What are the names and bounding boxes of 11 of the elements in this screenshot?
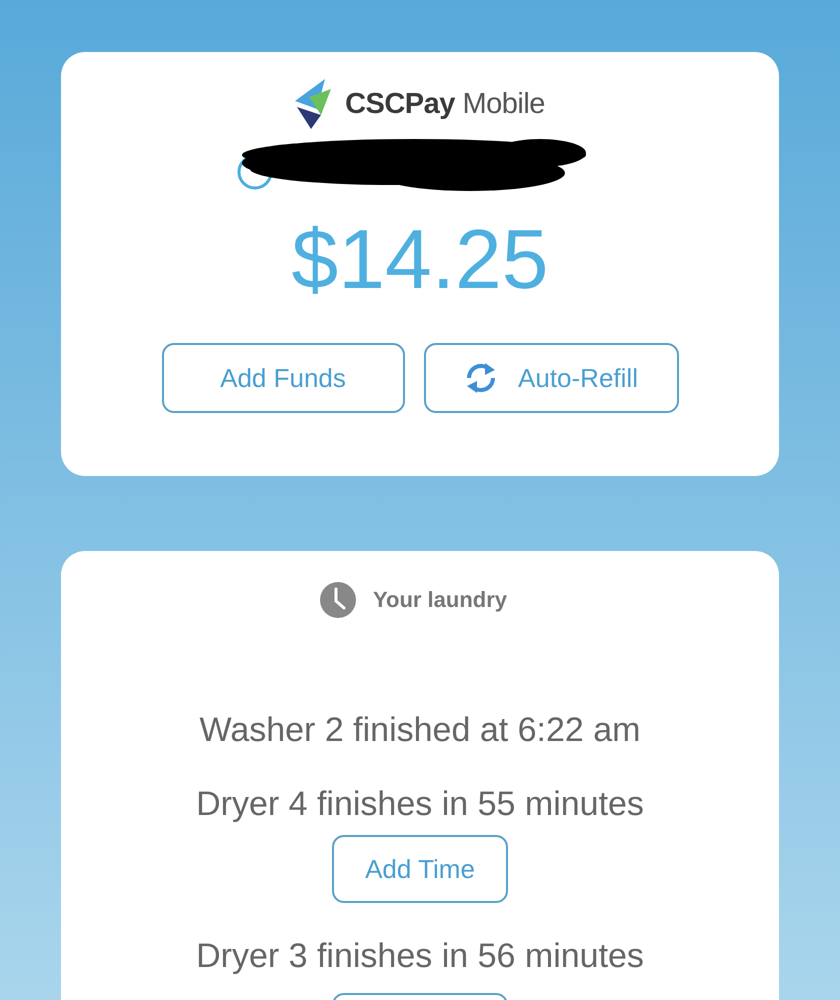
logo-icon xyxy=(295,79,332,129)
add-funds-button[interactable]: Add Funds xyxy=(162,343,404,413)
section-title: Your laundry xyxy=(372,587,508,613)
auto-refill-button[interactable]: Auto-Refill xyxy=(424,343,678,413)
add-time-button[interactable]: Add Time xyxy=(332,835,508,903)
app-name: CSCPay Mobile xyxy=(345,88,545,120)
machine-status: Washer 2 finished at 6:22 am xyxy=(200,710,640,751)
balance-amount: $14.25 xyxy=(292,217,548,301)
machine-status: Dryer 3 finishes in 56 minutes xyxy=(196,936,644,977)
clock-icon xyxy=(318,581,357,619)
machine-status: Dryer 4 finishes in 55 minutes xyxy=(196,784,644,825)
